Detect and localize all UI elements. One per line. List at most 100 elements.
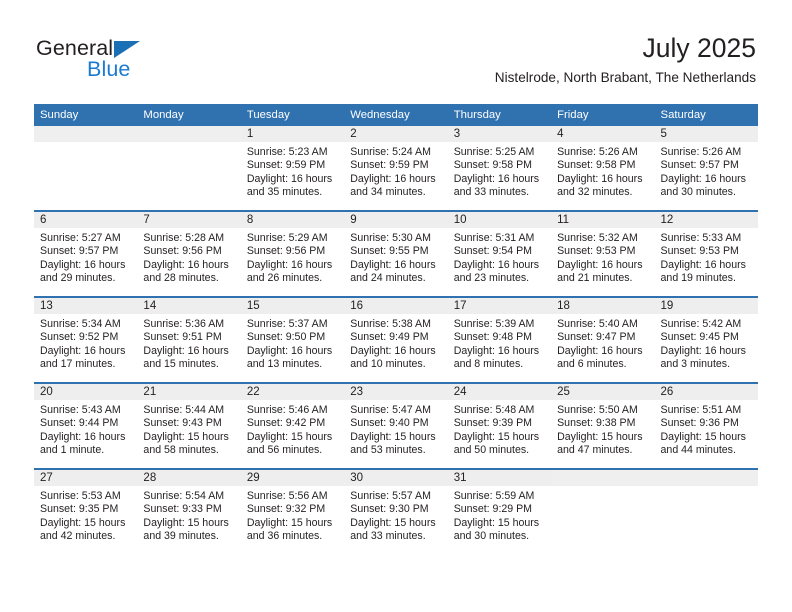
daylight-text-line2: and 56 minutes. bbox=[246, 444, 323, 457]
day-cell-8[interactable]: 8 Sunrise: 5:29 AM Sunset: 9:56 PM Daylight… bbox=[240, 212, 345, 296]
day-cell-2[interactable]: 2 Sunrise: 5:24 AM Sunset: 9:59 PM Daylight… bbox=[344, 126, 448, 210]
day-sun-info: Sunrise: 5:26 AM Sunset: 9:58 PM Daylight:… bbox=[551, 142, 654, 200]
calendar-cell: 14 Sunrise: 5:36 AM Sunset: 9:51 PM Dayligh… bbox=[137, 298, 241, 382]
day-cell-4[interactable]: 4 Sunrise: 5:26 AM Sunset: 9:58 PM Daylight… bbox=[551, 126, 655, 210]
day-cell-12[interactable]: 12 Sunrise: 5:33 AM Sunset: 9:53 PM Dayligh… bbox=[654, 212, 758, 296]
calendar-cell: 18 Sunrise: 5:40 AM Sunset: 9:47 PM Dayligh… bbox=[551, 298, 655, 382]
day-cell-17[interactable]: 17 Sunrise: 5:39 AM Sunset: 9:48 PM Dayligh… bbox=[447, 298, 552, 382]
day-cell-30[interactable]: 30 Sunrise: 5:57 AM Sunset: 9:30 PM Dayligh… bbox=[344, 470, 448, 554]
calendar-cell bbox=[654, 470, 758, 554]
sunset-text: Sunset: 9:39 PM bbox=[453, 417, 533, 430]
calendar-cell: 24 Sunrise: 5:48 AM Sunset: 9:39 PM Dayligh… bbox=[447, 384, 552, 468]
day-cell-28[interactable]: 28 Sunrise: 5:54 AM Sunset: 9:33 PM Dayligh… bbox=[137, 470, 241, 554]
day-cell-10[interactable]: 10 Sunrise: 5:31 AM Sunset: 9:54 PM Dayligh… bbox=[447, 212, 552, 296]
sunset-text: Sunset: 9:36 PM bbox=[660, 417, 739, 430]
day-cell-26[interactable]: 26 Sunrise: 5:51 AM Sunset: 9:36 PM Dayligh… bbox=[654, 384, 758, 468]
day-sun-info: Sunrise: 5:38 AM Sunset: 9:49 PM Daylight:… bbox=[344, 314, 447, 372]
day-sun-info: Sunrise: 5:29 AM Sunset: 9:56 PM Daylight:… bbox=[241, 228, 344, 286]
day-cell-5[interactable]: 5 Sunrise: 5:26 AM Sunset: 9:57 PM Daylight… bbox=[654, 126, 758, 210]
calendar-cell: 9 Sunrise: 5:30 AM Sunset: 9:55 PM Daylight… bbox=[344, 212, 448, 296]
sunrise-text: Sunrise: 5:32 AM bbox=[557, 232, 638, 244]
day-cell-13[interactable]: 13 Sunrise: 5:34 AM Sunset: 9:52 PM Dayligh… bbox=[34, 298, 138, 382]
calendar-cell: 15 Sunrise: 5:37 AM Sunset: 9:50 PM Dayligh… bbox=[240, 298, 345, 382]
day-number bbox=[137, 126, 241, 142]
day-number: 10 bbox=[447, 212, 552, 228]
calendar-table: Sunday Monday Tuesday Wednesday Thursday Frid… bbox=[34, 104, 758, 554]
daylight-text-line1: Daylight: 16 hours bbox=[557, 344, 643, 357]
day-cell-16[interactable]: 16 Sunrise: 5:38 AM Sunset: 9:49 PM Dayligh… bbox=[344, 298, 448, 382]
sunrise-text: Sunrise: 5:50 AM bbox=[557, 404, 638, 416]
sunrise-text: Sunrise: 5:48 AM bbox=[453, 404, 535, 416]
sunrise-text: Sunrise: 5:26 AM bbox=[660, 146, 742, 158]
page-subtitle: Nistelrode, North Brabant, The Netherlan… bbox=[494, 70, 756, 85]
day-sun-info: Sunrise: 5:57 AM Sunset: 9:30 PM Daylight:… bbox=[344, 486, 447, 544]
day-cell-25[interactable]: 25 Sunrise: 5:50 AM Sunset: 9:38 PM Dayligh… bbox=[551, 384, 655, 468]
day-number bbox=[551, 470, 655, 486]
day-cell-7[interactable]: 7 Sunrise: 5:28 AM Sunset: 9:56 PM Daylight… bbox=[137, 212, 241, 296]
day-cell-29[interactable]: 29 Sunrise: 5:56 AM Sunset: 9:32 PM Dayligh… bbox=[240, 470, 345, 554]
daylight-text-line2: and 34 minutes. bbox=[350, 186, 426, 199]
sunrise-text: Sunrise: 5:57 AM bbox=[350, 490, 431, 502]
daylight-text-line2: and 58 minutes. bbox=[143, 444, 219, 457]
calendar-cell: 27 Sunrise: 5:53 AM Sunset: 9:35 PM Dayligh… bbox=[34, 470, 138, 554]
daylight-text-line2: and 39 minutes. bbox=[143, 530, 219, 543]
sunset-text: Sunset: 9:32 PM bbox=[246, 503, 326, 516]
sunrise-text: Sunrise: 5:46 AM bbox=[246, 404, 328, 416]
day-cell-31[interactable]: 31 Sunrise: 5:59 AM Sunset: 9:29 PM Dayligh… bbox=[447, 470, 552, 554]
day-cell-27[interactable]: 27 Sunrise: 5:53 AM Sunset: 9:35 PM Dayligh… bbox=[34, 470, 138, 554]
daylight-text-line1: Daylight: 15 hours bbox=[350, 516, 436, 529]
day-cell-18[interactable]: 18 Sunrise: 5:40 AM Sunset: 9:47 PM Dayligh… bbox=[551, 298, 655, 382]
day-cell-1[interactable]: 1 Sunrise: 5:23 AM Sunset: 9:59 PM Daylight… bbox=[240, 126, 345, 210]
day-cell-22[interactable]: 22 Sunrise: 5:46 AM Sunset: 9:42 PM Dayligh… bbox=[240, 384, 345, 468]
day-sun-info: Sunrise: 5:59 AM Sunset: 9:29 PM Daylight:… bbox=[448, 486, 551, 544]
daylight-text-line2: and 33 minutes. bbox=[350, 530, 426, 543]
daylight-text-line1: Daylight: 16 hours bbox=[557, 172, 643, 185]
sunrise-text: Sunrise: 5:27 AM bbox=[40, 232, 121, 244]
sunset-text: Sunset: 9:45 PM bbox=[660, 331, 739, 344]
weekday-header-wednesday: Wednesday bbox=[344, 104, 448, 126]
sunrise-text: Sunrise: 5:28 AM bbox=[143, 232, 225, 244]
calendar-cell: 22 Sunrise: 5:46 AM Sunset: 9:42 PM Dayligh… bbox=[240, 384, 345, 468]
sunset-text: Sunset: 9:42 PM bbox=[246, 417, 326, 430]
day-cell-15[interactable]: 15 Sunrise: 5:37 AM Sunset: 9:50 PM Dayligh… bbox=[240, 298, 345, 382]
day-number: 28 bbox=[137, 470, 241, 486]
sunset-text: Sunset: 9:33 PM bbox=[143, 503, 222, 516]
day-cell-3[interactable]: 3 Sunrise: 5:25 AM Sunset: 9:58 PM Daylight… bbox=[447, 126, 552, 210]
day-cell-23[interactable]: 23 Sunrise: 5:47 AM Sunset: 9:40 PM Dayligh… bbox=[344, 384, 448, 468]
logo-triangle-icon bbox=[114, 41, 140, 58]
day-cell-9[interactable]: 9 Sunrise: 5:30 AM Sunset: 9:55 PM Daylight… bbox=[344, 212, 448, 296]
sunset-text: Sunset: 9:47 PM bbox=[557, 331, 636, 344]
day-cell-empty bbox=[551, 470, 655, 554]
day-cell-19[interactable]: 19 Sunrise: 5:42 AM Sunset: 9:45 PM Dayligh… bbox=[654, 298, 758, 382]
sunset-text: Sunset: 9:55 PM bbox=[350, 245, 429, 258]
sunrise-text: Sunrise: 5:59 AM bbox=[453, 490, 535, 502]
day-cell-21[interactable]: 21 Sunrise: 5:44 AM Sunset: 9:43 PM Dayligh… bbox=[137, 384, 241, 468]
day-sun-info: Sunrise: 5:34 AM Sunset: 9:52 PM Daylight:… bbox=[34, 314, 137, 372]
daylight-text-line1: Daylight: 16 hours bbox=[350, 344, 436, 357]
daylight-text-line2: and 50 minutes. bbox=[453, 444, 530, 457]
day-cell-11[interactable]: 11 Sunrise: 5:32 AM Sunset: 9:53 PM Dayligh… bbox=[551, 212, 655, 296]
day-number: 31 bbox=[447, 470, 552, 486]
daylight-text-line1: Daylight: 16 hours bbox=[453, 258, 540, 271]
daylight-text-line2: and 30 minutes. bbox=[453, 530, 530, 543]
day-cell-24[interactable]: 24 Sunrise: 5:48 AM Sunset: 9:39 PM Dayligh… bbox=[447, 384, 552, 468]
logo-text-blue: Blue bbox=[87, 57, 131, 81]
day-number: 24 bbox=[447, 384, 552, 400]
calendar-cell bbox=[137, 126, 241, 210]
sunrise-text: Sunrise: 5:25 AM bbox=[453, 146, 535, 158]
calendar-cell: 26 Sunrise: 5:51 AM Sunset: 9:36 PM Dayligh… bbox=[654, 384, 758, 468]
day-cell-6[interactable]: 6 Sunrise: 5:27 AM Sunset: 9:57 PM Daylight… bbox=[34, 212, 138, 296]
day-number: 16 bbox=[344, 298, 448, 314]
sunrise-text: Sunrise: 5:54 AM bbox=[143, 490, 225, 502]
day-cell-20[interactable]: 20 Sunrise: 5:43 AM Sunset: 9:44 PM Dayligh… bbox=[34, 384, 138, 468]
general-blue-logo[interactable]: General Blue bbox=[36, 36, 166, 84]
daylight-text-line1: Daylight: 16 hours bbox=[453, 172, 540, 185]
daylight-text-line1: Daylight: 15 hours bbox=[143, 516, 229, 529]
day-sun-info: Sunrise: 5:47 AM Sunset: 9:40 PM Daylight:… bbox=[344, 400, 447, 458]
day-sun-info: Sunrise: 5:31 AM Sunset: 9:54 PM Daylight:… bbox=[448, 228, 551, 286]
day-sun-info: Sunrise: 5:36 AM Sunset: 9:51 PM Daylight:… bbox=[137, 314, 240, 372]
day-number: 7 bbox=[137, 212, 241, 228]
day-sun-info: Sunrise: 5:42 AM Sunset: 9:45 PM Daylight:… bbox=[655, 314, 758, 372]
day-sun-info: Sunrise: 5:40 AM Sunset: 9:47 PM Daylight:… bbox=[551, 314, 654, 372]
day-cell-14[interactable]: 14 Sunrise: 5:36 AM Sunset: 9:51 PM Dayligh… bbox=[137, 298, 241, 382]
